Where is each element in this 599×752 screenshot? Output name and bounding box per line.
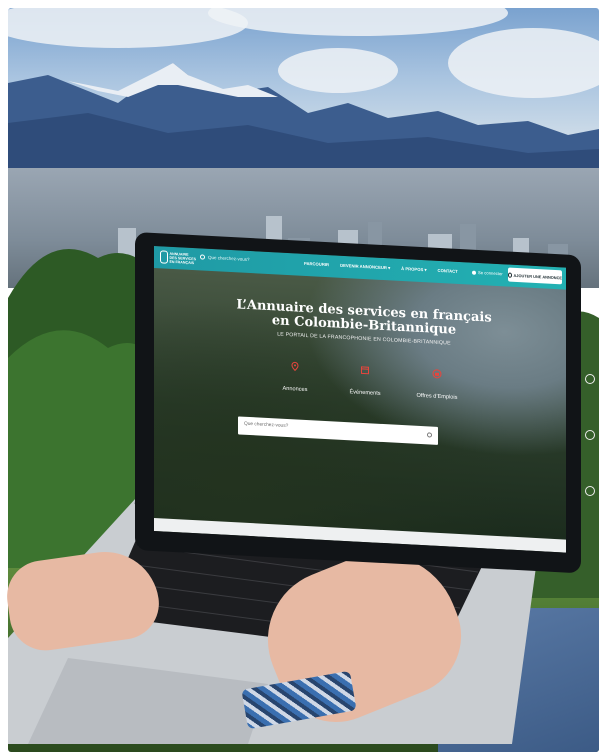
- login-link[interactable]: Se connecter: [472, 269, 503, 277]
- nav-link-parcourir[interactable]: PARCOURIR: [304, 261, 329, 267]
- login-label: Se connecter: [478, 269, 503, 277]
- category-annonces[interactable]: Annonces: [260, 360, 330, 398]
- search-icon[interactable]: [427, 432, 432, 438]
- nav-link-devenir-annonceur[interactable]: DEVENIR ANNONCEUR ▾: [340, 263, 390, 271]
- nav-search-placeholder: Que cherchez-vous?: [208, 254, 250, 263]
- category-evenements[interactable]: Événements: [330, 363, 400, 401]
- category-offres-emplois[interactable]: Offres d’Emplois: [402, 367, 472, 405]
- slider-dot[interactable]: [585, 486, 595, 496]
- user-icon: [472, 270, 476, 275]
- main-search-placeholder: Que cherchez-vous?: [244, 421, 289, 430]
- search-icon: [200, 254, 205, 260]
- briefcase-icon: [432, 369, 442, 379]
- add-listing-button[interactable]: AJOUTER UNE ANNONCE: [508, 267, 563, 285]
- nav-search[interactable]: Que cherchez-vous?: [200, 254, 250, 262]
- slider-dot[interactable]: [585, 430, 595, 440]
- photo-scene: ANNUAIRE DES SERVICES EN FRANÇAIS Que ch…: [0, 0, 599, 752]
- nav-links: PARCOURIR DEVENIR ANNONCEUR ▾ À PROPOS ▾…: [304, 261, 458, 274]
- logo-icon: [160, 250, 168, 264]
- add-listing-label: AJOUTER UNE ANNONCE: [513, 272, 563, 280]
- nav-link-contact[interactable]: CONTACT: [438, 268, 458, 274]
- website-screen: ANNUAIRE DES SERVICES EN FRANÇAIS Que ch…: [154, 246, 566, 553]
- logo-text: EN FRANÇAIS: [169, 259, 195, 265]
- plus-icon: [508, 272, 512, 278]
- category-label: Annonces: [282, 385, 308, 394]
- calendar-icon: [361, 366, 369, 375]
- category-label: Offres d’Emplois: [416, 392, 458, 401]
- site-logo[interactable]: ANNUAIRE DES SERVICES EN FRANÇAIS: [160, 249, 196, 266]
- nav-link-a-propos[interactable]: À PROPOS ▾: [401, 266, 426, 272]
- slider-dot[interactable]: [585, 374, 595, 384]
- map-pin-icon: [291, 361, 299, 372]
- category-label: Événements: [349, 389, 381, 397]
